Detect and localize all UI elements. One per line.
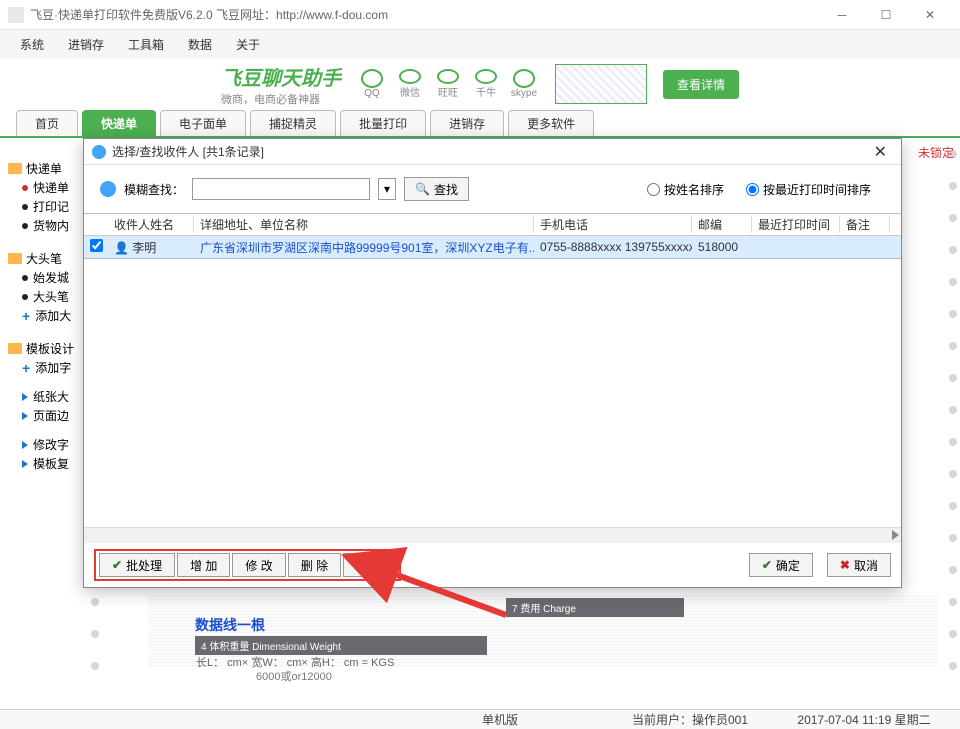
dialog-title: 选择/查找收件人 [共1条记录]: [112, 143, 868, 160]
cell-person-icon: 👤: [114, 241, 129, 255]
edit-button[interactable]: 修 改: [232, 553, 285, 577]
tab-home[interactable]: 首页: [16, 110, 78, 136]
promo-image: [555, 64, 647, 104]
promo-details-button[interactable]: 查看详情: [663, 70, 739, 99]
copy-button[interactable]: 复 制: [343, 553, 396, 577]
tab-express[interactable]: 快递单: [82, 110, 156, 136]
sort-by-time-radio[interactable]: 按最近打印时间排序: [746, 181, 871, 198]
recipient-dialog: 选择/查找收件人 [共1条记录] ✕ 模糊查找： ▾ 🔍查找 按姓名排序 按最近…: [83, 138, 902, 588]
grid-row[interactable]: 👤 李明 广东省深圳市罗湖区深南中路99999号901室，深圳XYZ电子有...…: [84, 236, 901, 258]
person-icon: [92, 145, 106, 159]
col-note[interactable]: 备注: [840, 216, 890, 233]
sidebar-item[interactable]: 纸张大: [22, 388, 88, 405]
grid-header: 收件人姓名 详细地址、单位名称 手机电话 邮编 最近打印时间 备注: [84, 214, 901, 236]
dialog-titlebar: 选择/查找收件人 [共1条记录] ✕: [84, 139, 901, 165]
sidebar-item[interactable]: 始发城: [22, 269, 88, 286]
statusbar: 单机版 当前用户：操作员001 2017-07-04 11:19 星期二: [0, 709, 960, 729]
titlebar: 飞豆·快递单打印软件免费版V6.2.0 飞豆网址：http://www.f-do…: [0, 0, 960, 30]
col-addr[interactable]: 详细地址、单位名称: [194, 216, 534, 233]
sidebar-folder-bigpen[interactable]: 大头笔: [8, 250, 88, 267]
tab-stock[interactable]: 进销存: [430, 110, 504, 136]
sidebar-item[interactable]: 快递单: [22, 179, 88, 196]
delete-button[interactable]: 删 除: [288, 553, 341, 577]
sidebar-item[interactable]: +添加大: [22, 307, 88, 324]
x-icon: ✖: [840, 558, 850, 572]
form-item-desc: 数据线一根: [195, 615, 265, 635]
menubar: 系统 进销存 工具箱 数据 关于: [0, 30, 960, 58]
batch-button-group: ✔批处理 增 加 修 改 删 除 复 制: [94, 549, 401, 581]
tab-batch[interactable]: 批量打印: [340, 110, 426, 136]
menu-data[interactable]: 数据: [176, 32, 224, 57]
menu-about[interactable]: 关于: [224, 32, 272, 57]
tab-capture[interactable]: 捕捉精灵: [250, 110, 336, 136]
paper-holes-right: [946, 138, 960, 690]
form-charge-header: 7 费用 Charge: [506, 598, 684, 617]
sidebar: 快递单 快递单 打印记 货物内 大头笔 始发城 大头笔 +添加大 模板设计 +添…: [0, 138, 90, 690]
form-dims2: 6000或or12000: [256, 668, 332, 684]
maximize-button[interactable]: ☐: [864, 1, 908, 29]
dialog-bottom-bar: ✔批处理 增 加 修 改 删 除 复 制 ✔确定 ✖取消: [84, 543, 901, 587]
form-dim-header: 4 体积重量 Dimensional Weight: [195, 636, 487, 655]
wangwang-icon: 旺旺: [433, 69, 463, 99]
check-icon: ✔: [762, 558, 772, 572]
col-phone[interactable]: 手机电话: [534, 216, 692, 233]
lock-status[interactable]: 未锁定: [918, 144, 954, 161]
row-checkbox[interactable]: [90, 239, 103, 252]
sidebar-item[interactable]: 打印记: [22, 198, 88, 215]
tab-more[interactable]: 更多软件: [508, 110, 594, 136]
sidebar-item[interactable]: 货物内: [22, 217, 88, 234]
search-button[interactable]: 🔍查找: [404, 177, 469, 201]
minimize-button[interactable]: ─: [820, 1, 864, 29]
tabbar: 首页 快递单 电子面单 捕捉精灵 批量打印 进销存 更多软件: [0, 110, 960, 138]
add-button[interactable]: 增 加: [177, 553, 230, 577]
menu-tools[interactable]: 工具箱: [116, 32, 176, 57]
promo-title: 飞豆聊天助手: [221, 62, 341, 91]
sidebar-item[interactable]: 大头笔: [22, 288, 88, 305]
fuzzy-search-input[interactable]: [192, 178, 370, 200]
dropdown-icon[interactable]: ▾: [378, 178, 396, 200]
body: 快递单 快递单 打印记 货物内 大头笔 始发城 大头笔 +添加大 模板设计 +添…: [0, 138, 960, 690]
magnifier-icon: 🔍: [415, 182, 430, 196]
sidebar-item[interactable]: 修改字: [22, 436, 88, 453]
wechat-icon: 微信: [395, 69, 425, 99]
sidebar-folder-express[interactable]: 快递单: [8, 160, 88, 177]
menu-system[interactable]: 系统: [8, 32, 56, 57]
sidebar-item[interactable]: 页面边: [22, 407, 88, 424]
sidebar-item[interactable]: +添加字: [22, 359, 88, 376]
dialog-search-row: 模糊查找： ▾ 🔍查找 按姓名排序 按最近打印时间排序: [84, 165, 901, 213]
col-zip[interactable]: 邮编: [692, 216, 752, 233]
sidebar-item[interactable]: 模板复: [22, 455, 88, 472]
col-time[interactable]: 最近打印时间: [752, 216, 840, 233]
sidebar-folder-template[interactable]: 模板设计: [8, 340, 88, 357]
window-title: 飞豆·快递单打印软件免费版V6.2.0 飞豆网址：http://www.f-do…: [30, 6, 820, 23]
fuzzy-search-label: 模糊查找：: [124, 181, 184, 198]
ok-button[interactable]: ✔确定: [749, 553, 813, 577]
col-name[interactable]: 收件人姓名: [108, 216, 194, 233]
promo-subtitle: 微商，电商必备神器: [221, 91, 341, 107]
horizontal-scrollbar[interactable]: [84, 527, 901, 543]
tab-ewaybill[interactable]: 电子面单: [160, 110, 246, 136]
status-user: 当前用户：操作员001: [612, 711, 768, 728]
person-icon: [100, 181, 116, 197]
cancel-button[interactable]: ✖取消: [827, 553, 891, 577]
status-mode: 单机版: [388, 711, 612, 728]
recipient-grid: 收件人姓名 详细地址、单位名称 手机电话 邮编 最近打印时间 备注 👤 李明 广…: [84, 213, 901, 259]
app-icon: [8, 7, 24, 23]
check-icon: ✔: [112, 558, 122, 572]
qq-icon: QQ: [357, 69, 387, 99]
batch-button[interactable]: ✔批处理: [99, 553, 175, 577]
qianniu-icon: 千牛: [471, 69, 501, 99]
close-button[interactable]: ✕: [908, 1, 952, 29]
menu-stock[interactable]: 进销存: [56, 32, 116, 57]
sort-by-name-radio[interactable]: 按姓名排序: [647, 181, 724, 198]
skype-icon: skype: [509, 69, 539, 99]
status-datetime: 2017-07-04 11:19 星期二: [768, 711, 960, 728]
dialog-close-button[interactable]: ✕: [868, 142, 893, 162]
grid-empty-space: [84, 259, 901, 527]
promo-banner: 飞豆聊天助手 微商，电商必备神器 QQ 微信 旺旺 千牛 skype 查看详情: [0, 58, 960, 110]
